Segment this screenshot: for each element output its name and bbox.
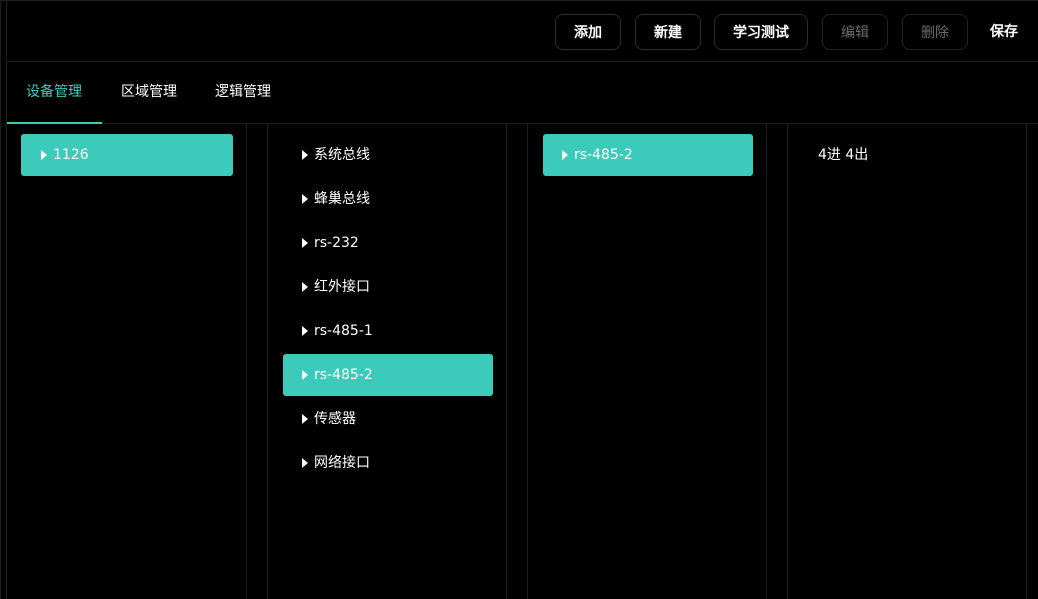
channel-item[interactable]: rs-485-2 [543, 134, 753, 176]
caret-right-icon [562, 150, 568, 160]
learn-test-button[interactable]: 学习测试 [714, 14, 808, 50]
interface-item-rs-232[interactable]: rs-232 [283, 222, 493, 264]
interface-item-infrared[interactable]: 红外接口 [283, 266, 493, 308]
interface-item-label: 传感器 [314, 411, 356, 427]
add-button[interactable]: 添加 [555, 14, 621, 50]
app-frame: 添加 新建 学习测试 编辑 删除 保存 设备管理 区域管理 逻辑管理 1126 … [0, 0, 1038, 599]
tab-logic-management[interactable]: 逻辑管理 [215, 62, 271, 123]
interface-item-label: 蜂巢总线 [314, 191, 370, 207]
caret-right-icon [302, 326, 308, 336]
caret-right-icon [302, 370, 308, 380]
caret-right-icon [41, 150, 47, 160]
interface-item-label: rs-485-1 [314, 323, 373, 339]
channel-column: rs-485-2 [527, 124, 767, 599]
toolbar: 添加 新建 学习测试 编辑 删除 保存 [6, 1, 1038, 62]
caret-right-icon [302, 414, 308, 424]
interface-column: 系统总线 蜂巢总线 rs-232 红外接口 rs-485-1 rs-485-2 … [267, 124, 507, 599]
caret-right-icon [302, 150, 308, 160]
interface-item-label: 系统总线 [314, 147, 370, 163]
interface-item-sensor[interactable]: 传感器 [283, 398, 493, 440]
caret-right-icon [302, 282, 308, 292]
save-button[interactable]: 保存 [990, 14, 1018, 50]
new-button[interactable]: 新建 [635, 14, 701, 50]
interface-item-network[interactable]: 网络接口 [283, 442, 493, 484]
channel-item-label: rs-485-2 [574, 147, 633, 163]
device-item-label: 1126 [53, 147, 89, 163]
tab-area-management[interactable]: 区域管理 [121, 62, 177, 123]
edit-button[interactable]: 编辑 [822, 14, 888, 50]
interface-item-label: rs-485-2 [314, 367, 373, 383]
caret-right-icon [302, 238, 308, 248]
device-column: 1126 [6, 124, 247, 599]
interface-item-label: rs-232 [314, 235, 359, 251]
interface-item-rs-485-1[interactable]: rs-485-1 [283, 310, 493, 352]
interface-item-hive-bus[interactable]: 蜂巢总线 [283, 178, 493, 220]
caret-right-icon [302, 194, 308, 204]
interface-item-label: 红外接口 [314, 279, 370, 295]
detail-column: 4进 4出 [787, 124, 1027, 599]
tab-device-management[interactable]: 设备管理 [26, 62, 82, 123]
device-item[interactable]: 1126 [21, 134, 233, 176]
delete-button[interactable]: 删除 [902, 14, 968, 50]
caret-right-icon [302, 458, 308, 468]
interface-item-rs-485-2[interactable]: rs-485-2 [283, 354, 493, 396]
io-summary: 4进 4出 [818, 147, 869, 163]
tab-bar: 设备管理 区域管理 逻辑管理 [6, 62, 1038, 124]
interface-item-system-bus[interactable]: 系统总线 [283, 134, 493, 176]
interface-item-label: 网络接口 [314, 455, 370, 471]
